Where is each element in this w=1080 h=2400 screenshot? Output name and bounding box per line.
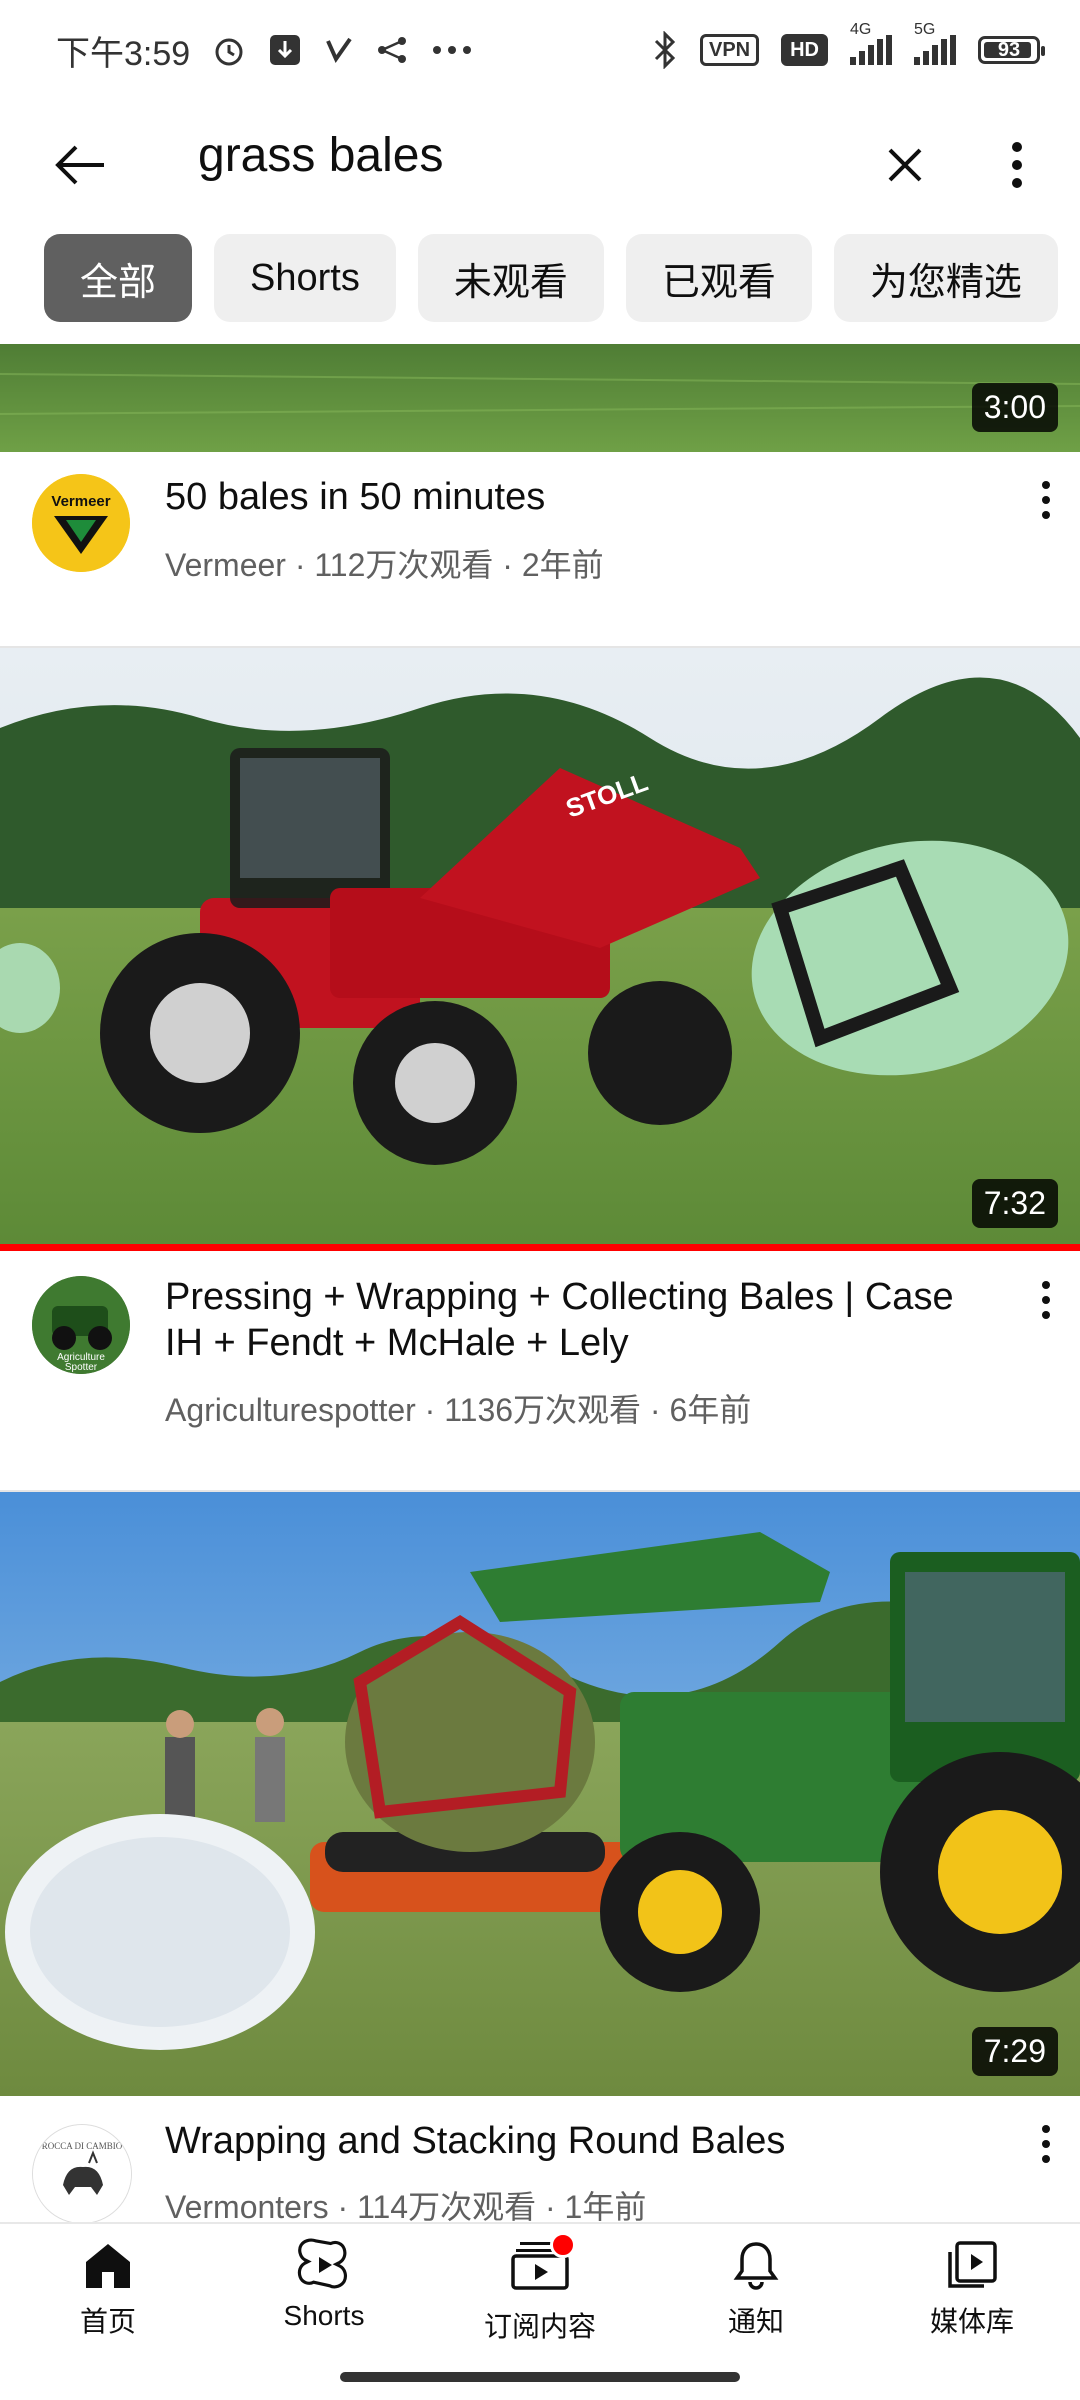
nav-notifications[interactable]: 通知	[676, 2238, 836, 2368]
nav-home-label: 首页	[79, 2306, 136, 2337]
library-icon	[948, 2241, 997, 2288]
vermeer-logo-icon: Vermeer	[32, 474, 130, 572]
network-5g-label: 5G	[914, 21, 936, 38]
battery-level: 93	[997, 38, 1021, 61]
close-icon	[888, 148, 922, 182]
video-title[interactable]: Wrapping and Stacking Round Bales	[165, 2118, 995, 2164]
more-vert-icon	[1042, 481, 1050, 519]
video-title[interactable]: Pressing + Wrapping + Collecting Bales |…	[165, 1274, 995, 1366]
battery-icon: 93	[978, 36, 1045, 64]
video-thumbnail[interactable]: 7:29	[0, 1492, 1080, 2096]
nav-library-label: 媒体库	[929, 2306, 1014, 2337]
video-more-button[interactable]	[1022, 470, 1070, 530]
signal-4g-icon: 4G	[850, 21, 892, 65]
home-icon	[86, 2244, 130, 2288]
more-vert-icon	[1042, 1281, 1050, 1319]
more-notifications-icon	[432, 45, 472, 55]
video-meta: Agriculturespotter · 1136万次观看 · 6年前	[165, 1392, 752, 1428]
video-meta: Vermeer · 112万次观看 · 2年前	[165, 547, 604, 583]
nav-library[interactable]: 媒体库	[892, 2238, 1052, 2368]
search-input[interactable]: grass bales	[198, 128, 443, 183]
bluetooth-icon	[652, 31, 678, 69]
watch-progress-bar	[0, 1244, 1080, 1251]
signal-5g-icon: 5G	[914, 21, 956, 65]
thumbnail-image	[0, 1492, 1080, 2096]
svg-text:Vermeer: Vermeer	[51, 493, 110, 510]
chip-all[interactable]: 全部	[44, 234, 193, 322]
video-duration: 3:00	[971, 383, 1058, 432]
more-vert-icon	[1042, 2125, 1050, 2163]
search-header: grass bales	[0, 100, 1080, 230]
clear-search-button[interactable]	[870, 120, 940, 210]
nav-notifications-label: 通知	[727, 2306, 784, 2337]
rocca-di-cambio-logo-icon: ROCCA DI CAMBIO	[33, 2125, 131, 2223]
status-time: 下午3:59	[56, 34, 191, 73]
channel-avatar[interactable]: Agriculture Spotter	[32, 1276, 130, 1374]
video-thumbnail[interactable]: STOLL 7:32	[0, 648, 1080, 1244]
video-more-button[interactable]	[1022, 1270, 1070, 1330]
more-vert-icon	[1012, 142, 1022, 188]
svg-text:Spotter: Spotter	[65, 1362, 98, 1373]
status-left: 下午3:59	[56, 26, 472, 75]
alarm-icon	[212, 33, 246, 67]
vpn-badge: VPN	[699, 34, 760, 66]
video-more-button[interactable]	[1022, 2114, 1070, 2174]
chip-recommended[interactable]: 为您精选	[833, 234, 1058, 322]
video-title[interactable]: 50 bales in 50 minutes	[165, 474, 995, 520]
thumbnail-image: STOLL	[0, 648, 1080, 1244]
back-button[interactable]	[40, 120, 120, 210]
chip-unwatched[interactable]: 未观看	[417, 234, 604, 322]
gesture-home-bar[interactable]	[340, 2372, 740, 2382]
youtube-search-results: 下午3:59 VPN HD 4G 5G 93 grass bales 全部 Sh…	[0, 0, 1080, 2400]
video-duration: 7:29	[971, 2027, 1058, 2076]
watch-progress-fill	[0, 1244, 1080, 1251]
avatar-logo-text: ROCCA DI CAMBIO	[42, 2141, 123, 2151]
nav-subscriptions[interactable]: 订阅内容	[460, 2232, 620, 2368]
status-bar: 下午3:59 VPN HD 4G 5G 93	[0, 0, 1080, 100]
notification-dot	[550, 2232, 576, 2258]
nav-home[interactable]: 首页	[28, 2238, 188, 2368]
nav-shorts-label: Shorts	[283, 2300, 365, 2331]
network-4g-label: 4G	[850, 21, 872, 38]
video-thumbnail[interactable]: 3:00	[0, 344, 1080, 452]
chip-shorts[interactable]: Shorts	[214, 234, 396, 322]
video-duration: 7:32	[971, 1179, 1058, 1228]
thumbnail-image	[0, 344, 1080, 452]
channel-avatar[interactable]: ROCCA DI CAMBIO	[32, 2124, 132, 2224]
filter-chips: 全部 Shorts 未观看 已观看 为您精选	[44, 234, 1080, 322]
status-right: VPN HD 4G 5G 93	[652, 21, 1045, 69]
channel-avatar[interactable]: Vermeer	[32, 474, 130, 572]
arrow-left-icon	[55, 145, 104, 185]
chip-watched[interactable]: 已观看	[625, 234, 812, 322]
shorts-icon	[297, 2238, 347, 2289]
more-options-button[interactable]	[992, 120, 1042, 210]
share-icon	[376, 35, 410, 65]
download-icon	[268, 33, 302, 67]
agriculture-spotter-logo-icon: Agriculture Spotter	[32, 1276, 130, 1374]
bell-icon	[733, 2242, 779, 2290]
subscriptions-icon-wrap	[510, 2232, 576, 2297]
hd-badge: HD	[781, 34, 828, 66]
nav-subscriptions-label: 订阅内容	[483, 2311, 596, 2342]
nav-shorts[interactable]: Shorts	[244, 2238, 404, 2368]
check-icon	[324, 35, 354, 65]
